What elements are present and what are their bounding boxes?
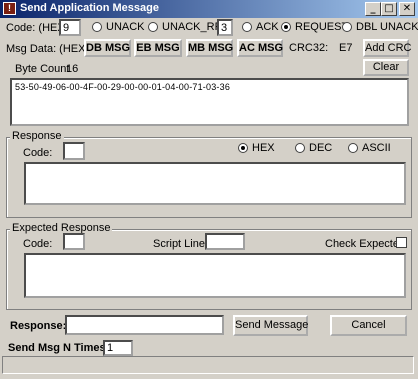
radio-hex[interactable] [238,143,248,153]
expected-code-input[interactable] [63,233,85,250]
crc-value: E7 [339,42,353,54]
radio-request-label[interactable]: REQUEST [295,21,348,33]
send-message-button[interactable]: Send Message [233,315,308,336]
eb-msg-button[interactable]: EB MSG [134,39,182,57]
response-summary-input[interactable] [65,315,224,335]
ac-msg-button[interactable]: AC MSG [237,39,283,57]
expected-code-label: Code: [23,238,53,250]
response-code-input[interactable] [63,142,85,160]
send-n-times-input[interactable]: 1 [103,340,133,356]
send-n-times-value: 1 [107,342,114,354]
status-bar [2,356,414,374]
app-icon: ! [3,2,16,15]
radio-dec[interactable] [295,143,305,153]
msg-data-label: Msg Data: (HEX) [6,43,90,55]
response-code-label: Code: [23,147,53,159]
crc-label: CRC32: [289,42,329,54]
response-summary-label: Response: [10,320,67,332]
rpt-count-input[interactable]: 3 [217,19,233,36]
radio-hex-label[interactable]: HEX [252,142,275,154]
msg-data-textarea[interactable]: 53-50-49-06-00-4F-00-29-00-00-01-04-00-7… [10,78,409,126]
msg-data-text: 53-50-49-06-00-4F-00-29-00-00-01-04-00-7… [15,82,231,92]
radio-dbl-unack[interactable] [342,22,352,32]
radio-dec-label[interactable]: DEC [309,142,332,154]
expected-response-group-title: Expected Response [10,222,113,234]
radio-unack-rpt[interactable] [148,22,158,32]
radio-ack-label[interactable]: ACK [256,21,279,33]
script-line-input[interactable] [205,233,245,250]
radio-ascii[interactable] [348,143,358,153]
clear-button[interactable]: Clear [363,59,409,76]
title-bar[interactable]: ! Send Application Message _ □ ✕ [0,0,418,18]
mb-msg-button[interactable]: MB MSG [186,39,233,57]
db-msg-button[interactable]: DB MSG [84,39,131,57]
radio-unack-label[interactable]: UNACK [106,21,145,33]
minimize-button[interactable]: _ [365,2,381,16]
add-crc-button[interactable]: Add CRC [363,39,411,57]
radio-ack[interactable] [242,22,252,32]
radio-unack[interactable] [92,22,102,32]
expected-response-textarea[interactable] [24,253,406,298]
window-title: Send Application Message [20,2,159,14]
code-input[interactable]: 9 [59,19,81,36]
script-line-label: Script Line: [153,238,209,250]
rpt-count-value: 3 [221,22,228,34]
response-group-title: Response [10,130,64,142]
radio-request[interactable] [281,22,291,32]
maximize-button[interactable]: □ [381,2,397,16]
code-input-value: 9 [63,22,70,34]
check-expected-label[interactable]: Check Expected [325,238,405,250]
radio-ascii-label[interactable]: ASCII [362,142,391,154]
send-n-times-label: Send Msg N Times: [8,342,110,354]
byte-count-value: 16 [66,63,79,75]
check-expected-checkbox[interactable] [396,237,407,248]
response-textarea[interactable] [24,162,406,205]
close-button[interactable]: ✕ [399,2,415,16]
cancel-button[interactable]: Cancel [330,315,407,336]
radio-dbl-unack-label[interactable]: DBL UNACK [356,21,418,33]
byte-count-label: Byte Count [15,63,70,75]
